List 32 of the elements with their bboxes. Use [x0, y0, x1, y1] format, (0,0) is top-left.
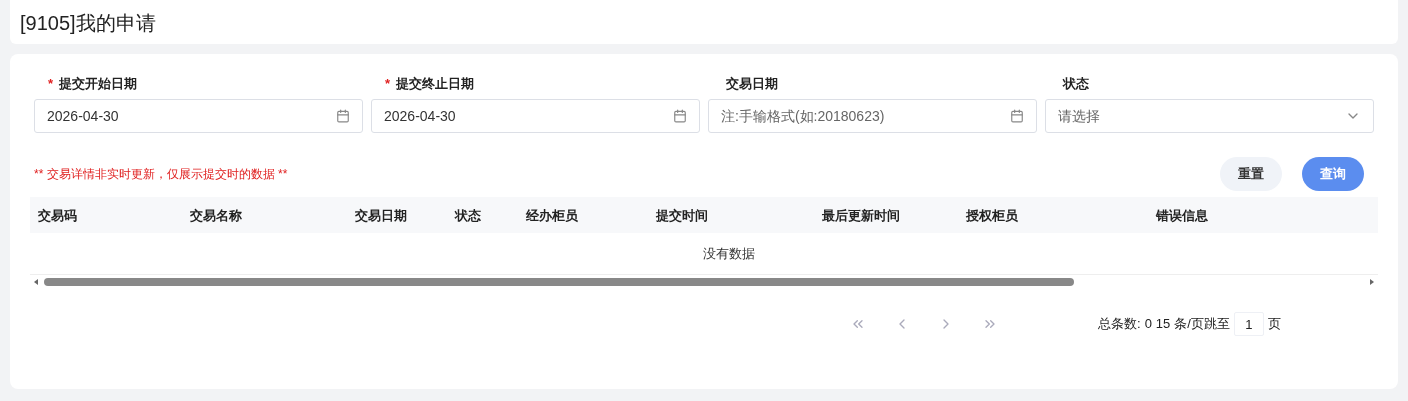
field-label: 交易日期 — [726, 75, 778, 94]
column-header: 交易名称 — [190, 208, 242, 223]
field-label: 状态 — [1063, 75, 1089, 94]
page-size-label: 条/页跳至 — [1174, 315, 1230, 334]
page-label: 页 — [1267, 315, 1281, 334]
field-label: 提交终止日期 — [396, 75, 475, 94]
total-label: 总条数: — [1098, 315, 1141, 334]
date-field[interactable]: 2026-04-30 — [34, 99, 363, 133]
page-input[interactable]: 1 — [1233, 312, 1264, 336]
calendar-icon — [336, 109, 350, 123]
date-field[interactable]: 2026-04-30 — [371, 99, 700, 133]
calendar-icon — [673, 109, 687, 123]
column-header: 提交时间 — [656, 208, 708, 223]
column-header: 授权柜员 — [966, 208, 1018, 223]
column-header: 交易日期 — [355, 208, 407, 223]
page-size: 15 — [1155, 315, 1171, 334]
select-field[interactable]: 请选择 — [1045, 99, 1374, 133]
column-header: 错误信息 — [1156, 208, 1208, 223]
empty-message: 没有数据 — [703, 244, 755, 263]
field-label: 提交开始日期 — [59, 75, 138, 94]
column-header: 最后更新时间 — [822, 208, 900, 223]
calendar-icon — [1010, 109, 1024, 123]
total-count: 0 — [1144, 315, 1152, 334]
column-header: 经办柜员 — [526, 208, 578, 223]
required-mark: * — [48, 75, 54, 94]
date-field[interactable]: 注:手输格式(如:20180623) — [708, 99, 1037, 133]
required-mark: * — [385, 75, 391, 94]
notice-text: ** 交易详情非实时更新，仅展示提交时的数据 ** — [34, 166, 289, 183]
page-title: [9105]我的申请 — [20, 11, 156, 36]
column-header: 状态 — [455, 208, 481, 223]
reset-button[interactable]: 重置 — [1220, 157, 1282, 191]
column-header: 交易码 — [38, 208, 77, 223]
